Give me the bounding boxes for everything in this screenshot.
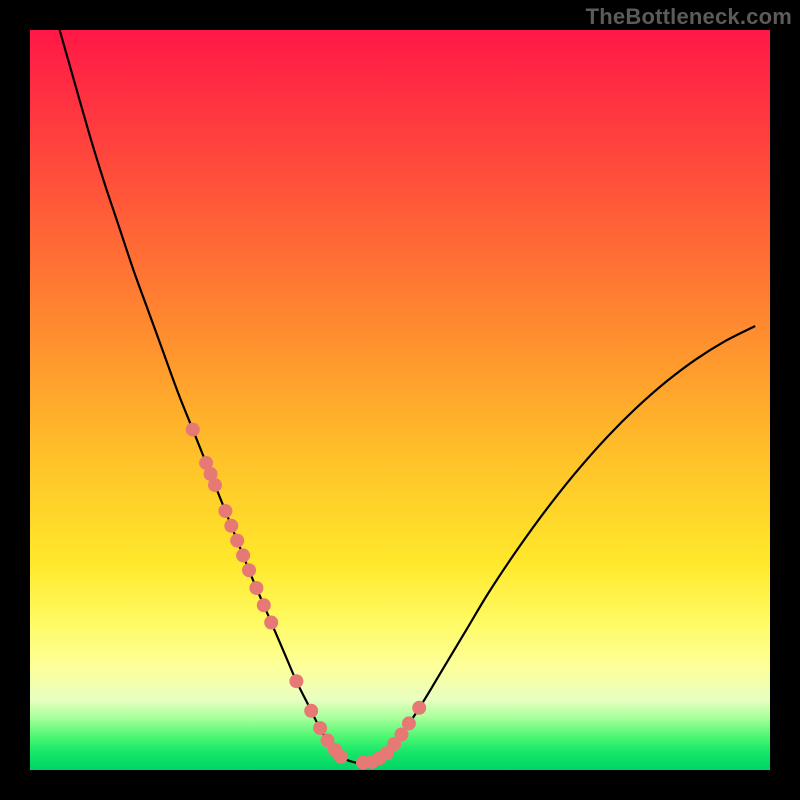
bead-marker <box>289 674 303 688</box>
bead-marker <box>224 519 238 533</box>
bead-marker <box>249 581 263 595</box>
bead-marker <box>236 548 250 562</box>
bead-marker <box>257 598 271 612</box>
chart-svg <box>0 0 800 800</box>
bead-marker <box>304 704 318 718</box>
bead-marker <box>402 716 416 730</box>
bead-marker <box>186 423 200 437</box>
bead-marker <box>230 534 244 548</box>
chart-container: TheBottleneck.com <box>0 0 800 800</box>
bead-marker <box>242 563 256 577</box>
bead-marker <box>412 701 426 715</box>
bead-marker <box>264 616 278 630</box>
bead-marker <box>218 504 232 518</box>
bead-marker <box>313 721 327 735</box>
bead-marker <box>208 478 222 492</box>
bead-marker <box>334 750 348 764</box>
watermark-text: TheBottleneck.com <box>586 4 792 30</box>
gradient-panel <box>30 30 770 770</box>
